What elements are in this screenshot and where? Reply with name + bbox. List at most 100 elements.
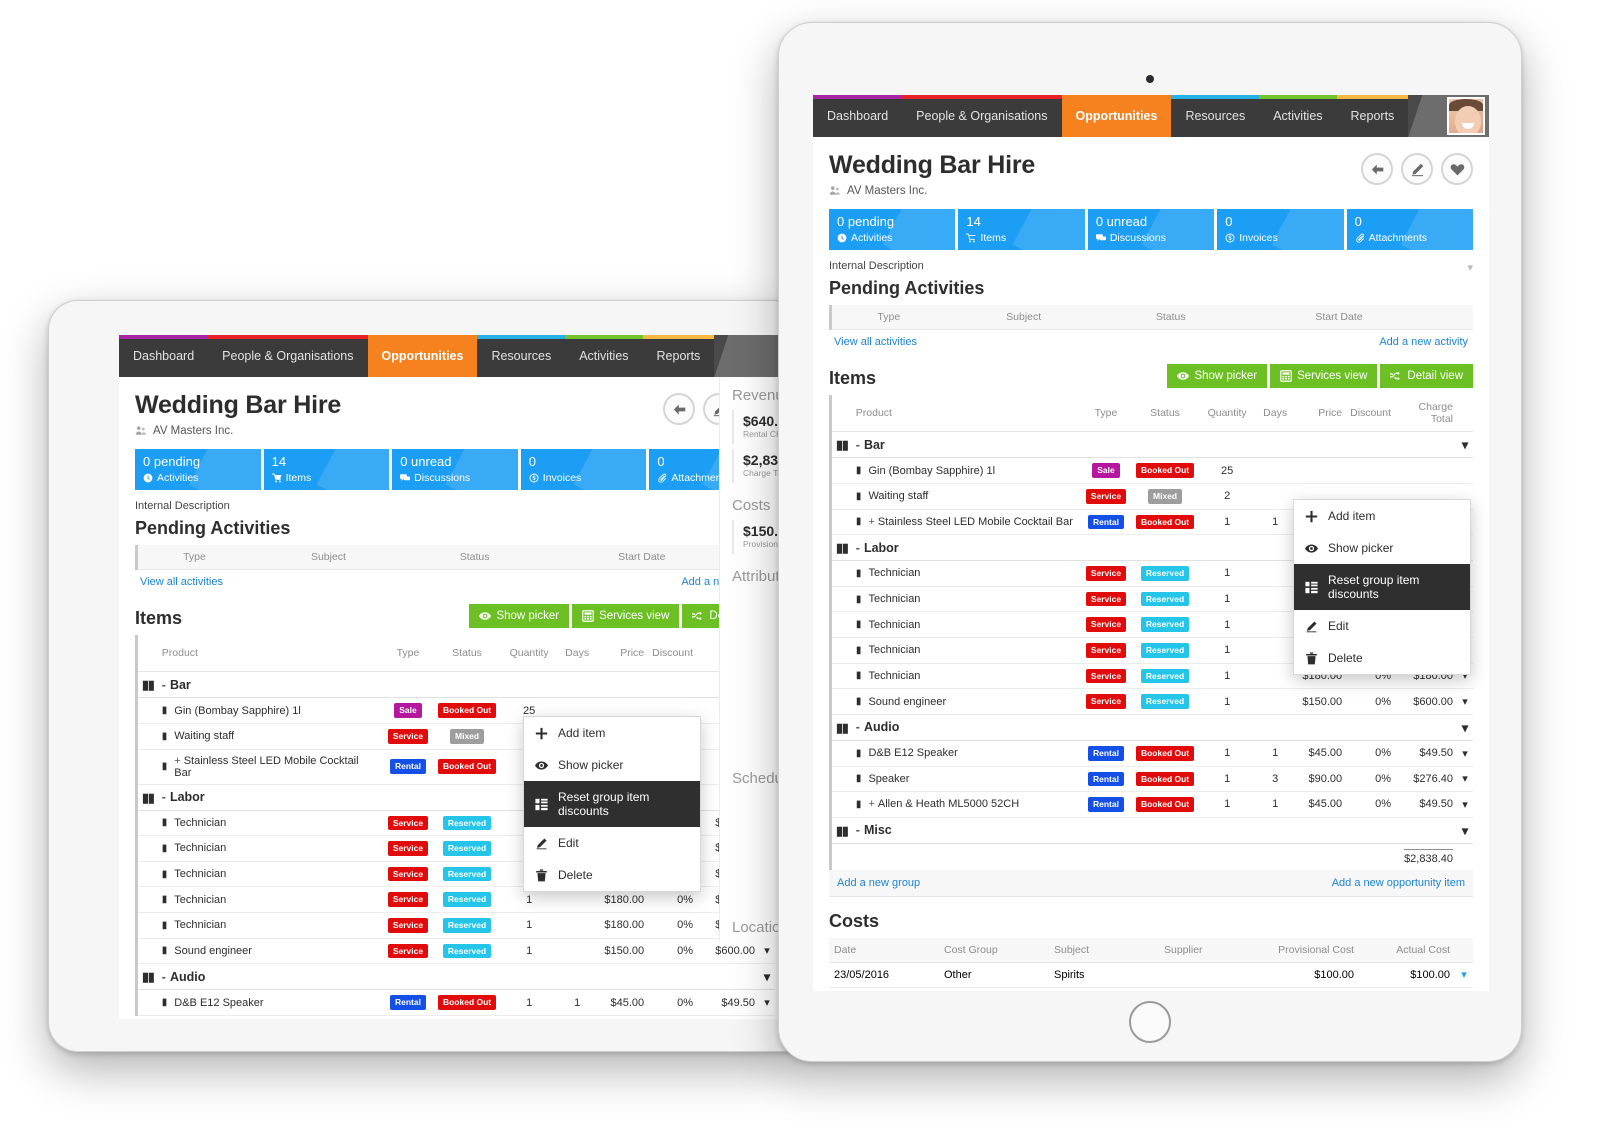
stat-tile-activities[interactable]: 0 pending Activities: [135, 449, 261, 491]
show-picker-button[interactable]: Show picker: [469, 603, 570, 628]
menu-item-reset-group-item-discounts[interactable]: Reset group item discounts: [524, 781, 700, 827]
group-chevron-audio[interactable]: ▾: [759, 963, 775, 991]
drag-handle[interactable]: ▮: [851, 611, 865, 638]
row-chevron[interactable]: ▾: [1457, 740, 1473, 767]
row-chevron[interactable]: [1457, 457, 1473, 484]
collapse-icon[interactable]: -: [162, 970, 170, 984]
drag-handle[interactable]: ▮: [157, 912, 171, 939]
table-row[interactable]: ▮ Sound engineer Service Reserved 1 $150…: [830, 688, 1473, 715]
row-chevron[interactable]: ▾: [1457, 688, 1473, 715]
group-row-audio[interactable]: ▮▮ - Audio ▾: [136, 963, 775, 991]
internal-description[interactable]: Internal Description ▾: [829, 260, 1473, 274]
nav-tab-dashboard[interactable]: Dashboard: [119, 335, 209, 377]
drag-handle[interactable]: ▮: [157, 861, 171, 888]
back-button[interactable]: [1361, 153, 1393, 185]
drag-handle[interactable]: ▮▮: [830, 714, 852, 741]
menu-item-edit[interactable]: Edit: [1294, 610, 1470, 642]
drag-handle[interactable]: ▮: [851, 586, 865, 613]
view-all-activities-link[interactable]: View all activities: [140, 576, 223, 588]
nav-tab-resources[interactable]: Resources: [477, 335, 566, 377]
services-view-button[interactable]: Services view: [1270, 363, 1378, 388]
drag-handle[interactable]: ▮: [851, 457, 865, 484]
drag-handle[interactable]: ▮▮: [830, 817, 852, 844]
drag-handle[interactable]: ▮▮: [136, 963, 158, 991]
show-picker-button[interactable]: Show picker: [1167, 363, 1268, 388]
stat-tile-items[interactable]: 14 Items: [263, 449, 390, 491]
menu-item-show-picker[interactable]: Show picker: [1294, 532, 1470, 564]
row-chevron[interactable]: ▾: [1455, 962, 1473, 987]
table-row[interactable]: ▮ + Allen & Heath ML5000 52CH Rental Book…: [830, 791, 1473, 818]
group-chevron-audio[interactable]: ▾: [1457, 714, 1473, 741]
expand-icon[interactable]: +: [868, 516, 877, 528]
nav-tab-opportunities[interactable]: Opportunities: [1061, 95, 1172, 137]
add-new-activity-link[interactable]: Add a new activity: [1379, 336, 1468, 348]
stat-tile-activities[interactable]: 0 pending Activities: [829, 209, 956, 251]
nav-tab-people[interactable]: People & Organisations: [902, 95, 1062, 137]
nav-tab-people[interactable]: People & Organisations: [208, 335, 368, 377]
row-chevron[interactable]: ▾: [1457, 791, 1473, 818]
stat-tile-discussions[interactable]: 0 unread Discussions: [392, 449, 518, 491]
drag-handle[interactable]: ▮: [851, 560, 865, 587]
table-row[interactable]: ▮ D&B E12 Speaker Rental Booked Out 1 1 …: [136, 989, 775, 1016]
drag-handle[interactable]: ▮: [851, 688, 865, 715]
detail-view-button[interactable]: Detail view: [1380, 363, 1473, 388]
expand-icon[interactable]: +: [174, 755, 183, 767]
drag-handle[interactable]: ▮: [851, 791, 865, 818]
stat-tile-attachments[interactable]: 0 Attachments: [1346, 209, 1474, 251]
stat-tile-items[interactable]: 14 Items: [958, 209, 1085, 251]
user-avatar[interactable]: [1447, 97, 1485, 135]
drag-handle[interactable]: ▮: [157, 938, 171, 965]
table-row[interactable]: ▮ Speaker Rental Booked Out 1 3 $90.00 0…: [830, 766, 1473, 793]
row-chevron[interactable]: ▾: [1457, 766, 1473, 793]
collapse-icon[interactable]: -: [856, 720, 864, 734]
nav-tab-activities[interactable]: Activities: [565, 335, 643, 377]
nav-tab-opportunities[interactable]: Opportunities: [367, 335, 478, 377]
collapse-icon[interactable]: -: [162, 790, 170, 804]
nav-tab-reports[interactable]: Reports: [642, 335, 715, 377]
collapse-icon[interactable]: -: [856, 438, 864, 452]
add-new-opportunity-item-link[interactable]: Add a new opportunity item: [1332, 877, 1465, 889]
table-row[interactable]: ▮ Gin (Bombay Sapphire) 1l Sale Booked O…: [830, 457, 1473, 484]
menu-item-add-item[interactable]: Add item: [524, 717, 700, 749]
drag-handle[interactable]: ▮: [157, 723, 171, 750]
add-new-group-link[interactable]: Add a new group: [837, 877, 920, 889]
group-row-audio[interactable]: ▮▮ - Audio ▾: [830, 714, 1473, 741]
services-view-button[interactable]: Services view: [572, 603, 680, 628]
drag-handle[interactable]: ▮: [851, 509, 865, 536]
group-row-misc[interactable]: ▮▮ - Misc ▾: [830, 817, 1473, 844]
nav-tab-reports[interactable]: Reports: [1336, 95, 1409, 137]
menu-item-edit[interactable]: Edit: [524, 827, 700, 859]
drag-handle[interactable]: ▮: [157, 886, 171, 913]
collapse-icon[interactable]: -: [162, 678, 170, 692]
context-menu[interactable]: Add item Show picker Reset group item di…: [1293, 499, 1471, 675]
drag-handle[interactable]: ▮: [851, 483, 865, 510]
nav-tab-dashboard[interactable]: Dashboard: [813, 95, 903, 137]
view-all-activities-link[interactable]: View all activities: [834, 336, 917, 348]
context-menu[interactable]: Add item Show picker Reset group item di…: [523, 716, 701, 892]
drag-handle[interactable]: ▮: [157, 989, 171, 1016]
drag-handle[interactable]: ▮▮: [136, 784, 158, 811]
drag-handle[interactable]: ▮: [157, 835, 171, 862]
menu-item-reset-group-item-discounts[interactable]: Reset group item discounts: [1294, 564, 1470, 610]
stat-tile-invoices[interactable]: 0 Invoices: [520, 449, 647, 491]
table-row[interactable]: 31/05/2016 Other Set costs $50.00 $30.00…: [829, 986, 1473, 991]
group-chevron-misc[interactable]: ▾: [1457, 817, 1473, 844]
drag-handle[interactable]: ▮: [157, 697, 171, 724]
menu-item-add-item[interactable]: Add item: [1294, 500, 1470, 532]
table-row[interactable]: ▮ D&B E12 Speaker Rental Booked Out 1 1 …: [830, 740, 1473, 767]
collapse-icon[interactable]: -: [856, 541, 864, 555]
stat-tile-discussions[interactable]: 0 unread Discussions: [1087, 209, 1215, 251]
group-chevron-bar[interactable]: ▾: [1457, 431, 1473, 459]
stat-tile-invoices[interactable]: 0 Invoices: [1217, 209, 1344, 251]
internal-description[interactable]: Internal Description ▾: [135, 500, 775, 514]
drag-handle[interactable]: ▮: [851, 637, 865, 664]
drag-handle[interactable]: ▮▮: [830, 431, 852, 459]
tablet-right-home-button[interactable]: [1129, 1001, 1171, 1043]
drag-handle[interactable]: ▮: [157, 810, 171, 837]
menu-item-delete[interactable]: Delete: [1294, 642, 1470, 674]
favourite-button[interactable]: [1441, 153, 1473, 185]
drag-handle[interactable]: ▮▮: [830, 534, 852, 562]
back-button[interactable]: [663, 393, 695, 425]
table-row[interactable]: ▮ Sound engineer Service Reserved 1 $150…: [136, 938, 775, 965]
menu-item-delete[interactable]: Delete: [524, 859, 700, 891]
